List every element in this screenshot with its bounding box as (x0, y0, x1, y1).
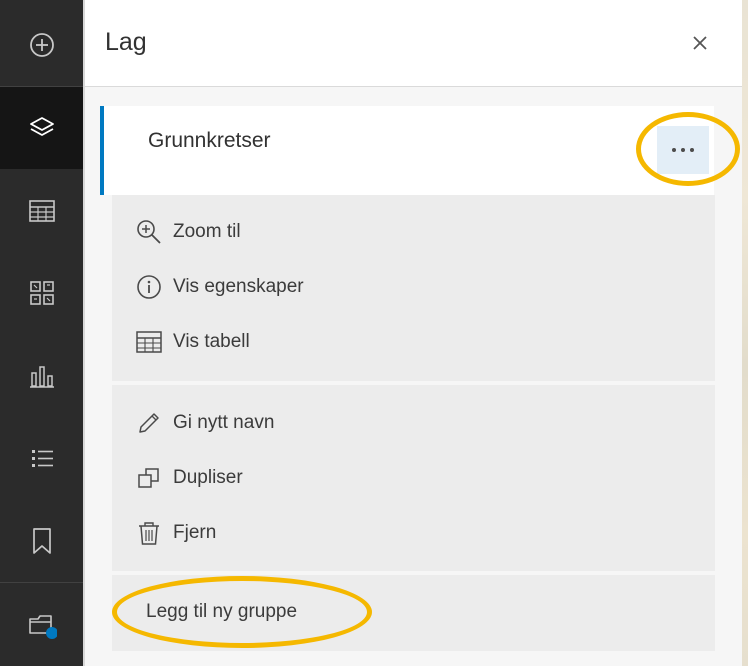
layers-icon (28, 114, 56, 142)
layers-panel: Lag Grunnkretser Zoom til Vis egenskaper… (85, 0, 742, 666)
selected-accent-bar (100, 106, 104, 195)
menu-item-label: Dupliser (173, 467, 243, 488)
table-button[interactable] (0, 170, 83, 252)
close-button[interactable] (688, 31, 712, 55)
menu-item-rename[interactable]: Gi nytt navn (136, 403, 274, 443)
widgets-button[interactable] (0, 252, 83, 334)
menu-item-zoom-to[interactable]: Zoom til (136, 212, 241, 252)
layer-menu-group-edit: Gi nytt navn Dupliser Fjern (112, 385, 715, 571)
menu-item-show-properties[interactable]: Vis egenskaper (136, 267, 304, 307)
menu-item-label: Vis tabell (173, 331, 250, 352)
plus-circle-icon (29, 32, 55, 58)
pencil-icon (136, 410, 162, 436)
layer-menu-group-add: Legg til ny gruppe (112, 575, 715, 651)
basemap-button[interactable] (0, 584, 83, 666)
layer-item[interactable]: Grunnkretser (100, 106, 714, 195)
menu-item-remove[interactable]: Fjern (136, 513, 216, 553)
add-data-button[interactable] (0, 4, 83, 86)
bookmark-icon (31, 527, 53, 555)
close-icon (692, 35, 708, 51)
panel-title: Lag (105, 28, 147, 56)
chart-button[interactable] (0, 335, 83, 417)
menu-item-label: Vis egenskaper (173, 276, 304, 297)
duplicate-icon (136, 465, 162, 491)
menu-item-label: Legg til ny gruppe (146, 601, 298, 622)
info-icon (136, 274, 162, 300)
panel-header: Lag (85, 0, 742, 87)
table-icon (136, 329, 162, 355)
trash-icon (136, 520, 162, 546)
legend-button[interactable] (0, 418, 83, 500)
menu-item-label: Zoom til (173, 221, 241, 242)
side-toolbar (0, 0, 83, 666)
layer-options-button[interactable] (657, 126, 709, 174)
menu-item-duplicate[interactable]: Dupliser (136, 458, 243, 498)
list-icon (29, 446, 55, 472)
menu-item-label: Fjern (173, 522, 217, 543)
bar-chart-icon (28, 363, 56, 389)
layers-button[interactable] (0, 87, 83, 169)
grid-widgets-icon (29, 280, 55, 306)
bookmark-button[interactable] (0, 500, 83, 582)
menu-item-label: Gi nytt navn (173, 412, 275, 433)
folder-status-icon (27, 611, 57, 639)
ellipsis-icon (670, 147, 696, 153)
layer-name: Grunnkretser (148, 129, 271, 152)
table-icon (28, 199, 56, 223)
menu-item-add-new-group[interactable]: Legg til ny gruppe (146, 592, 297, 632)
map-preview-edge (742, 0, 748, 666)
menu-item-show-table[interactable]: Vis tabell (136, 322, 250, 362)
layer-menu-group-view: Zoom til Vis egenskaper Vis tabell (112, 195, 715, 381)
zoom-in-icon (136, 219, 162, 245)
